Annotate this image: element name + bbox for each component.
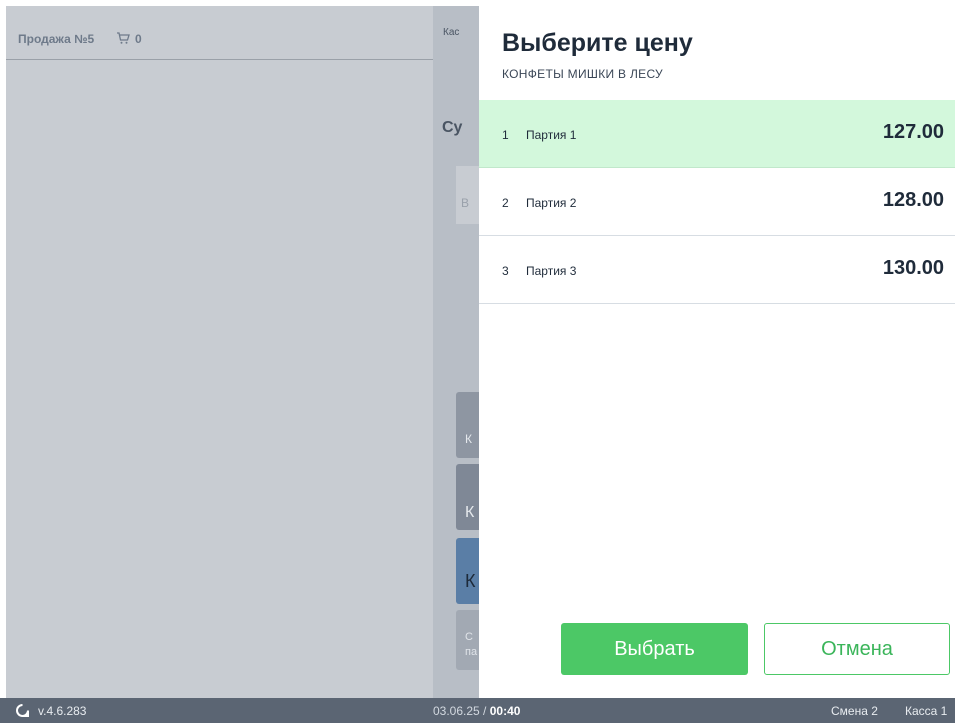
payment-button-4-line1: С [465, 631, 473, 643]
register-label: Касса 1 [905, 704, 948, 718]
payment-button-3[interactable]: К [456, 538, 479, 604]
payment-button-4[interactable]: Спа [456, 610, 479, 670]
input-box[interactable]: В [456, 166, 479, 224]
row-index: 3 [502, 264, 509, 278]
app-version: v.4.6.283 [38, 704, 87, 718]
payment-button-1-label: К [465, 432, 472, 446]
cart-icon[interactable] [116, 31, 130, 45]
price-list: 1 Партия 1 127.00 2 Партия 2 128.00 3 Па… [479, 100, 955, 304]
row-batch-name: Партия 1 [526, 128, 577, 142]
cashier-label: Кас [443, 27, 460, 38]
payment-button-4-line2: па [465, 646, 478, 658]
payment-button-3-label: К [465, 571, 476, 591]
sale-title[interactable]: Продажа №5 [18, 32, 94, 46]
row-batch-name: Партия 2 [526, 196, 577, 210]
payment-button-2-label: К [465, 504, 475, 521]
checkout-panel: Кас Су В К К К Спа [433, 6, 479, 698]
shift-label: Смена 2 [831, 704, 878, 718]
row-price: 128.00 [882, 189, 944, 211]
price-select-dialog: Выберите цену КОНФЕТЫ МИШКИ В ЛЕСУ 1 Пар… [479, 6, 955, 698]
payment-button-4-label: Спа [465, 630, 477, 660]
row-price: 127.00 [882, 121, 944, 143]
input-box-label: В [461, 196, 470, 210]
product-name: КОНФЕТЫ МИШКИ В ЛЕСУ [502, 67, 663, 81]
dialog-title: Выберите цену [502, 29, 693, 57]
payment-button-1[interactable]: К [456, 392, 479, 458]
row-batch-name: Партия 3 [526, 264, 577, 278]
cancel-button[interactable]: Отмена [764, 623, 950, 675]
row-price: 130.00 [882, 257, 944, 279]
cart-count: 0 [135, 32, 142, 46]
row-index: 2 [502, 196, 509, 210]
sale-header: Продажа №5 0 [6, 6, 433, 60]
status-bar: v.4.6.283 03.06.25 / 00:40 Смена 2 Касса… [0, 698, 955, 723]
price-row[interactable]: 2 Партия 2 128.00 [479, 168, 955, 236]
payment-button-2[interactable]: К [456, 464, 479, 530]
price-row[interactable]: 1 Партия 1 127.00 [479, 100, 955, 168]
sale-panel: Продажа №5 0 [6, 6, 433, 698]
sum-label: Су [442, 119, 463, 136]
time: 00:40 [489, 704, 521, 718]
row-index: 1 [502, 128, 509, 142]
price-row[interactable]: 3 Партия 3 130.00 [479, 236, 955, 304]
date-time: 03.06.25 / 00:40 [433, 704, 520, 718]
app-logo-icon [16, 704, 29, 717]
date: 03.06.25 [433, 704, 480, 718]
date-separator: / [479, 704, 490, 718]
select-button[interactable]: Выбрать [561, 623, 748, 675]
